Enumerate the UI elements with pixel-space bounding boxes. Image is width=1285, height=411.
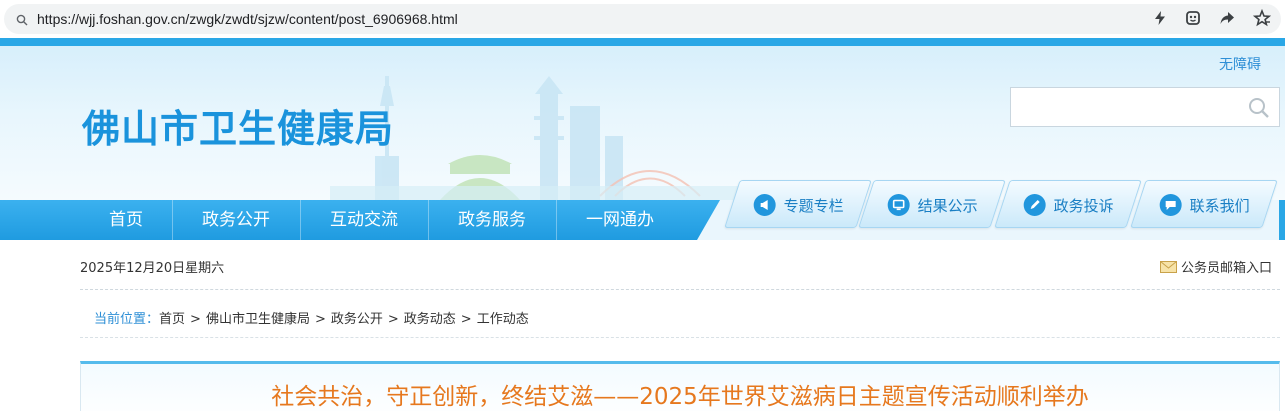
nav-item-one-stop[interactable]: 一网通办 <box>556 200 684 240</box>
article-title: 社会共治，守正创新，终结艾滋——2025年世界艾滋病日主题宣传活动顺利举办 <box>271 384 1089 410</box>
breadcrumb-item-home[interactable]: 首页 <box>159 312 185 327</box>
mail-icon <box>1160 260 1177 273</box>
breadcrumb-separator: > <box>387 312 399 327</box>
quick-link-label: 结果公示 <box>917 196 978 215</box>
address-bar[interactable]: https://wjj.foshan.gov.cn/zwgk/zwdt/sjzw… <box>4 4 1281 34</box>
main-nav: 首页 政务公开 互动交流 政务服务 一网通办 <box>0 200 720 240</box>
star-icon[interactable] <box>1253 9 1271 27</box>
quick-link-label: 联系我们 <box>1189 196 1250 215</box>
accessibility-link[interactable]: 无障碍 <box>1219 54 1261 74</box>
nav-item-services[interactable]: 政务服务 <box>428 200 556 240</box>
article-container: 社会共治，守正创新，终结艾滋——2025年世界艾滋病日主题宣传活动顺利举办 <box>80 361 1280 411</box>
lightning-icon[interactable] <box>1151 9 1169 27</box>
megaphone-icon <box>753 194 776 216</box>
pen-icon <box>1023 194 1046 216</box>
extension-icon[interactable] <box>1184 9 1202 27</box>
nav-item-home[interactable]: 首页 <box>80 200 172 240</box>
nav-item-interaction[interactable]: 互动交流 <box>300 200 428 240</box>
breadcrumb-label: 当前位置： <box>94 312 160 327</box>
breadcrumb-separator: > <box>190 312 201 327</box>
quick-link-label: 专题专栏 <box>783 196 844 215</box>
site-search-input[interactable] <box>1010 87 1280 127</box>
civil-servant-mailbox-link[interactable]: 公务员邮箱入口 <box>1160 257 1272 276</box>
quick-link-results[interactable]: 结果公示 <box>858 180 1006 228</box>
site-title[interactable]: 佛山市卫生健康局 <box>82 98 394 153</box>
current-date: 2025年12月20日星期六 <box>80 261 225 276</box>
breadcrumb-item-bureau[interactable]: 佛山市卫生健康局 <box>206 312 310 327</box>
divider <box>80 289 1280 290</box>
nav-item-gov-affairs[interactable]: 政务公开 <box>172 200 300 240</box>
breadcrumb-separator: > <box>314 312 326 327</box>
breadcrumb-separator: > <box>460 312 472 327</box>
nav-right-edge <box>1279 200 1285 240</box>
chat-icon <box>1159 194 1182 216</box>
url-text[interactable]: https://wjj.foshan.gov.cn/zwgk/zwdt/sjzw… <box>37 11 458 27</box>
quick-link-contact[interactable]: 联系我们 <box>1130 180 1278 228</box>
divider <box>80 337 1280 338</box>
mailbox-label[interactable]: 公务员邮箱入口 <box>1181 257 1272 276</box>
header-top-strip <box>0 38 1285 46</box>
breadcrumb: 当前位置：首页 > 佛山市卫生健康局 > 政务公开 > 政务动态 > 工作动态 <box>94 308 529 327</box>
search-icon <box>16 14 28 26</box>
quick-link-special-topics[interactable]: 专题专栏 <box>724 180 872 228</box>
breadcrumb-item-gov-news[interactable]: 政务动态 <box>404 312 456 327</box>
browser-toolbar: https://wjj.foshan.gov.cn/zwgk/zwdt/sjzw… <box>0 0 1285 38</box>
breadcrumb-item-gov-affairs[interactable]: 政务公开 <box>331 312 383 327</box>
monitor-icon <box>887 194 910 216</box>
quick-link-label: 政务投诉 <box>1053 196 1114 215</box>
search-icon[interactable] <box>1247 96 1271 120</box>
site-header-banner: 佛山市卫生健康局 无障碍 <box>0 46 1285 200</box>
quick-link-complaints[interactable]: 政务投诉 <box>994 180 1142 228</box>
share-icon[interactable] <box>1218 9 1236 27</box>
breadcrumb-item-work-news[interactable]: 工作动态 <box>477 312 529 327</box>
